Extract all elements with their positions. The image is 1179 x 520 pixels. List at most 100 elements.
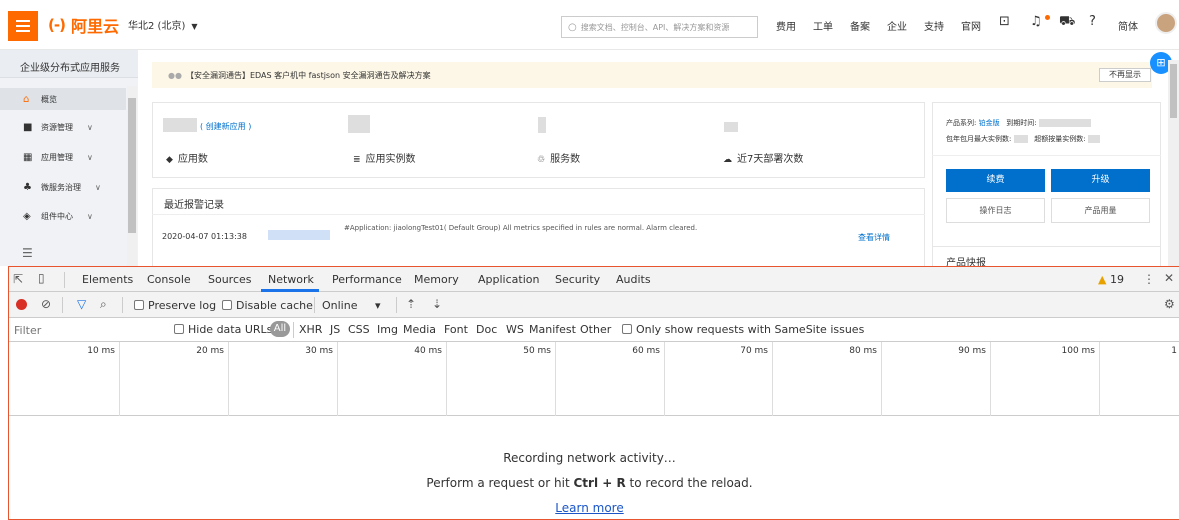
bell-icon[interactable]: ♫ (1030, 14, 1042, 29)
stat-services: ♲ 服务数 (537, 150, 580, 165)
tab-application[interactable]: Application (478, 273, 539, 286)
filter-icon[interactable]: ▽ (77, 297, 86, 311)
tab-performance[interactable]: Performance (332, 273, 402, 286)
divider (64, 272, 65, 288)
timeline-label: 70 ms (740, 346, 768, 356)
avatar[interactable] (1155, 12, 1177, 34)
filter-js[interactable]: JS (330, 323, 340, 336)
nav-support[interactable]: 支持 (924, 18, 944, 33)
chevron-down-icon: ∨ (87, 152, 93, 162)
operation-log-button[interactable]: 操作日志 (946, 198, 1045, 223)
divider (62, 297, 63, 313)
warnings-counter[interactable]: ▲ 19 (1098, 273, 1124, 286)
nav-enterprise[interactable]: 企业 (887, 18, 907, 33)
notice-text[interactable]: 【安全漏洞通告】EDAS 客户机中 fastjson 安全漏洞通告及解决方案 (186, 71, 431, 80)
language-switch[interactable]: 简体 (1118, 18, 1138, 33)
timeline-label: 60 ms (632, 346, 660, 356)
tab-memory[interactable]: Memory (414, 273, 459, 286)
learn-more-link[interactable]: Learn more (0, 501, 1179, 515)
inspect-icon[interactable]: ⇱ (13, 272, 23, 286)
more-options-icon[interactable]: ⋮ (1143, 272, 1155, 286)
renew-button[interactable]: 续费 (946, 169, 1045, 192)
tab-sources[interactable]: Sources (208, 273, 252, 286)
sidebar-item-label: 组件中心 (41, 211, 73, 221)
region-selector[interactable]: 华北2 (北京) ▼ (128, 17, 198, 32)
cart-icon[interactable]: ⛟ (1059, 14, 1075, 31)
samesite-checkbox[interactable]: Only show requests with SameSite issues (622, 323, 864, 336)
stats-card (152, 102, 925, 178)
import-har-icon[interactable]: ⇡ (406, 297, 416, 311)
sidebar-item-resources[interactable]: ■ 资源管理 ∨ (0, 116, 126, 138)
filter-ws[interactable]: WS (506, 323, 524, 336)
disable-cache-checkbox[interactable]: Disable cache (222, 299, 313, 312)
tab-elements[interactable]: Elements (82, 273, 133, 286)
menu-icon[interactable] (8, 11, 38, 41)
filter-font[interactable]: Font (444, 323, 468, 336)
filter-input[interactable] (14, 323, 164, 337)
dismiss-notice-button[interactable]: 不再显示 (1099, 68, 1151, 82)
filter-other[interactable]: Other (580, 323, 611, 336)
network-icon: ♣ (23, 181, 32, 193)
search-input[interactable]: ○ 搜索文档、控制台、API、解决方案和资源 (561, 16, 758, 38)
record-button[interactable] (16, 299, 27, 310)
tab-audits[interactable]: Audits (616, 273, 651, 286)
preserve-log-checkbox[interactable]: Preserve log (134, 299, 216, 312)
throttle-select[interactable]: Online ▾ (322, 299, 381, 312)
divider (314, 297, 315, 313)
tab-console[interactable]: Console (147, 273, 191, 286)
main-scroll-thumb[interactable] (1170, 64, 1177, 118)
checkbox[interactable] (134, 300, 144, 310)
close-icon[interactable]: ✕ (1164, 271, 1174, 285)
preserve-log-label: Preserve log (148, 299, 217, 312)
chevron-down-icon: ∨ (87, 211, 93, 221)
search-placeholder: 搜索文档、控制台、API、解决方案和资源 (580, 23, 730, 32)
tab-security[interactable]: Security (555, 273, 600, 286)
help-icon[interactable]: ? (1089, 14, 1096, 29)
clear-icon[interactable]: ⊘ (41, 297, 51, 311)
expire-label: 到期时间: (1006, 119, 1037, 127)
sidebar-item-microservices[interactable]: ♣ 微服务治理 ∨ (0, 176, 126, 198)
terminal-icon[interactable]: ⊡ (999, 14, 1010, 29)
alarm-details-link[interactable]: 查看详情 (858, 232, 890, 243)
checkbox[interactable] (222, 300, 232, 310)
filter-manifest[interactable]: Manifest (529, 323, 576, 336)
filter-css[interactable]: CSS (348, 323, 370, 336)
sidebar-scroll-thumb[interactable] (128, 98, 136, 233)
create-app-link[interactable]: ( 创建新应用 ) (200, 121, 251, 132)
filter-media[interactable]: Media (403, 323, 436, 336)
settings-gear-icon[interactable]: ⚙ (1164, 297, 1175, 311)
device-toolbar-icon[interactable]: ▯ (38, 271, 45, 285)
search-icon[interactable]: ⌕ (100, 297, 107, 312)
product-usage-button[interactable]: 产品用量 (1051, 198, 1150, 223)
logo[interactable]: (-) 阿里云 (48, 13, 119, 37)
checkbox[interactable] (174, 324, 184, 334)
nav-filing[interactable]: 备案 (850, 18, 870, 33)
checkbox[interactable] (622, 324, 632, 334)
sidebar-item-apps[interactable]: ▦ 应用管理 ∨ (0, 146, 126, 168)
filter-img[interactable]: Img (377, 323, 398, 336)
timeline-gridline (990, 342, 991, 416)
export-har-icon[interactable]: ⇣ (432, 297, 442, 311)
sidebar-item-components[interactable]: ◈ 组件中心 ∨ (0, 205, 126, 227)
service-icon: ♲ (537, 155, 546, 165)
hide-data-urls-checkbox[interactable]: Hide data URLs (174, 323, 272, 336)
carousel-dots[interactable]: ●● (168, 71, 182, 80)
nav-tickets[interactable]: 工单 (813, 18, 833, 33)
filter-xhr[interactable]: XHR (299, 323, 322, 336)
timeline-gridline (446, 342, 447, 416)
upgrade-button[interactable]: 升级 (1051, 169, 1150, 192)
timeline-label: 80 ms (849, 346, 877, 356)
tab-network[interactable]: Network (268, 273, 314, 286)
region-label: 华北2 (北京) (128, 21, 186, 32)
sidebar-item-overview[interactable]: ⌂ 概览 (0, 88, 126, 110)
learn-more-text[interactable]: Learn more (555, 501, 623, 515)
nav-billing[interactable]: 费用 (776, 18, 796, 33)
divider (396, 297, 397, 313)
nav-official-site[interactable]: 官网 (961, 18, 981, 33)
filter-all[interactable]: All (270, 321, 290, 337)
collapse-sidebar-icon[interactable]: ☰ (22, 246, 33, 260)
filter-doc[interactable]: Doc (476, 323, 497, 336)
series-value[interactable]: 铂金版 (979, 119, 1000, 127)
hint-shortcut: Ctrl + R (573, 476, 626, 490)
timeline-gridline (119, 342, 120, 416)
